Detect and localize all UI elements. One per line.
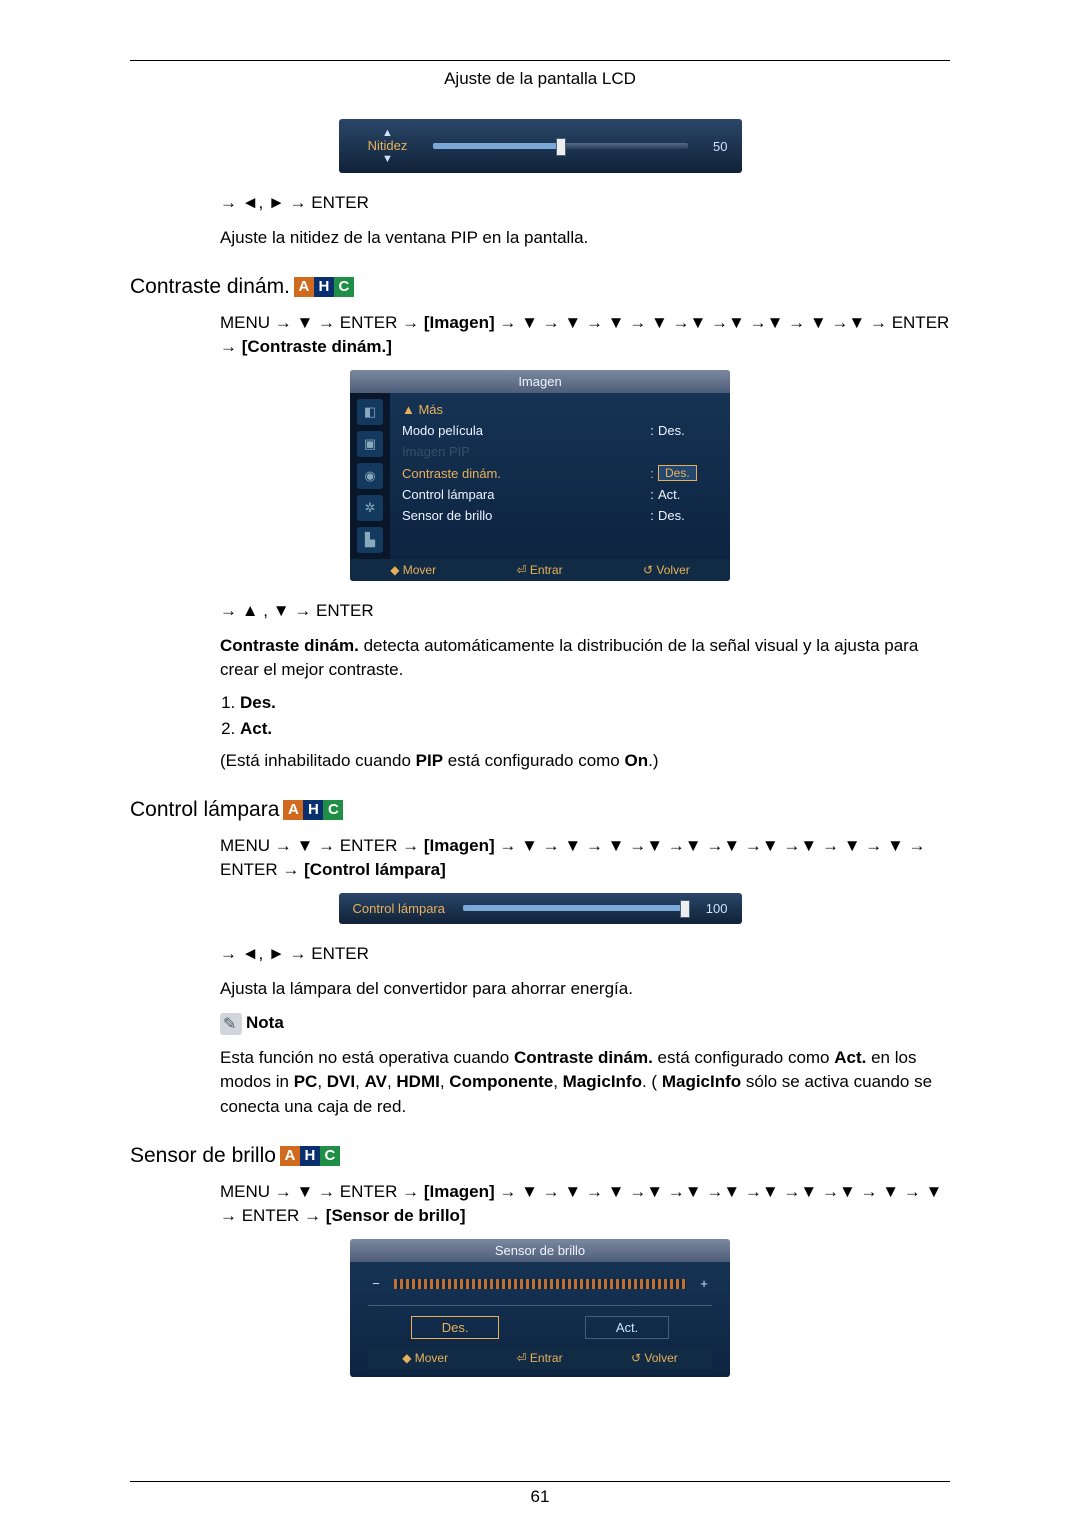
- nav-hint: → ▲ , ▼ → ENTER: [220, 599, 950, 624]
- nav-hint: → ◄, ► → ENTER: [220, 191, 950, 216]
- mode-badge: AHC: [283, 800, 343, 820]
- osd-icon: ◧: [357, 399, 383, 425]
- section-title: Contraste dinám.: [130, 275, 290, 299]
- section-title: Control lámpara: [130, 798, 279, 822]
- description-text: Ajusta la lámpara del convertidor para a…: [220, 977, 950, 1002]
- page-number: 61: [0, 1487, 1080, 1507]
- osd-button-des: Des.: [411, 1316, 500, 1339]
- osd-row-name: Imagen PIP: [402, 444, 718, 459]
- osd-selected-value: Des.: [658, 465, 697, 481]
- osd-row-val: Des.: [658, 423, 718, 438]
- osd-row-val: Des.: [658, 508, 718, 523]
- note-text: Esta función no está operativa cuando Co…: [220, 1046, 950, 1120]
- osd-row-name: Modo película: [402, 423, 646, 438]
- osd-row-name: Sensor de brillo: [402, 508, 646, 523]
- page-header-title: Ajuste de la pantalla LCD: [130, 69, 950, 89]
- mode-badge: AHC: [280, 1146, 340, 1166]
- menu-path: MENU → ▼ → ENTER → [Imagen] → ▼ → ▼ → ▼ …: [220, 834, 950, 883]
- description-text: Ajuste la nitidez de la ventana PIP en l…: [220, 226, 950, 251]
- option-list: Des. Act.: [240, 693, 950, 739]
- note-heading: Nota: [220, 1011, 950, 1036]
- menu-path: MENU → ▼ → ENTER → [Imagen] → ▼ → ▼ → ▼ …: [220, 1180, 950, 1229]
- option-item: Des.: [240, 693, 276, 712]
- description-text: Contraste dinám. detecta automáticamente…: [220, 634, 950, 683]
- osd-row-name: Control lámpara: [402, 487, 646, 502]
- osd-lamp-slider: Control lámpara 100: [339, 893, 742, 924]
- osd-footer-volver: ↺ Volver: [643, 563, 690, 577]
- plus-icon: +: [696, 1276, 712, 1291]
- osd-icon: ▙: [357, 527, 383, 553]
- osd-footer-volver: ↺ Volver: [631, 1351, 678, 1365]
- osd-image-menu: Imagen ◧ ▣ ◉ ✲ ▙ ▲ Más Modo película:Des…: [350, 370, 730, 581]
- osd-brightness-sensor: Sensor de brillo − + Des. Act. ◆ Mover ⏎…: [350, 1239, 730, 1377]
- osd-icon: ▣: [357, 431, 383, 457]
- osd-row-name: Contraste dinám.: [402, 466, 646, 481]
- osd-icon: ✲: [357, 495, 383, 521]
- mode-badge: AHC: [294, 277, 354, 297]
- osd-menu-title: Imagen: [350, 370, 730, 393]
- osd-slider-label: Nitidez: [353, 139, 423, 153]
- description-text: (Está inhabilitado cuando PIP está confi…: [220, 749, 950, 774]
- osd-button-act: Act.: [585, 1316, 669, 1339]
- osd-slider-label: Control lámpara: [353, 901, 453, 916]
- osd-more: ▲ Más: [402, 402, 718, 417]
- osd-slider-value: 50: [698, 139, 728, 154]
- section-title: Sensor de brillo: [130, 1144, 276, 1168]
- osd-row-val: Act.: [658, 487, 718, 502]
- osd-footer-entrar: ⏎ Entrar: [517, 1351, 563, 1365]
- nav-hint: → ◄, ► → ENTER: [220, 942, 950, 967]
- osd-sensor-title: Sensor de brillo: [350, 1239, 730, 1262]
- chevron-down-icon: ▼: [353, 153, 423, 165]
- osd-footer-mover: ◆ Mover: [402, 1351, 448, 1365]
- minus-icon: −: [368, 1276, 384, 1291]
- option-item: Act.: [240, 719, 272, 738]
- osd-footer-entrar: ⏎ Entrar: [517, 563, 563, 577]
- osd-sharpness-slider: ▲ Nitidez ▼ 50: [339, 119, 742, 173]
- menu-path: MENU → ▼ → ENTER → [Imagen] → ▼ → ▼ → ▼ …: [220, 311, 950, 360]
- osd-footer-mover: ◆ Mover: [390, 563, 436, 577]
- osd-slider-value: 100: [698, 901, 728, 916]
- note-icon: [220, 1013, 242, 1035]
- sensor-bar: [394, 1279, 686, 1289]
- osd-icon: ◉: [357, 463, 383, 489]
